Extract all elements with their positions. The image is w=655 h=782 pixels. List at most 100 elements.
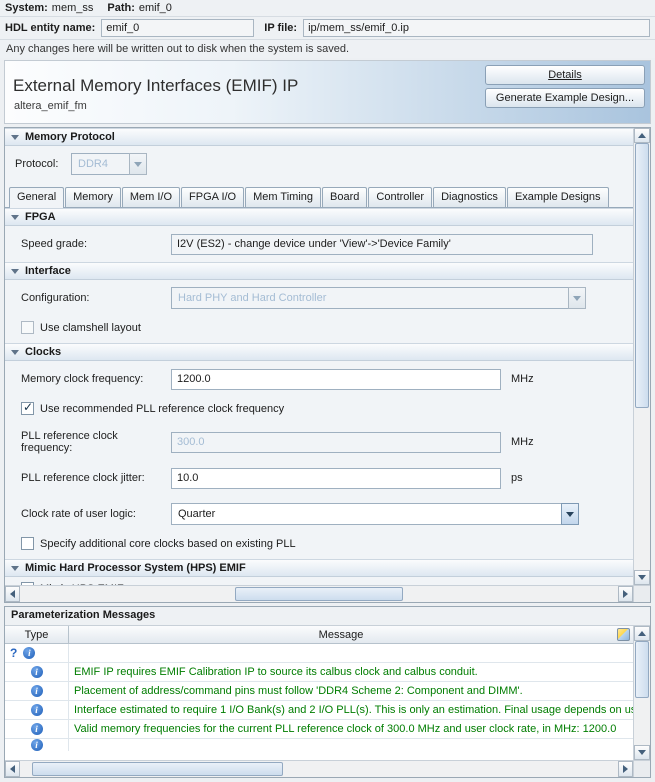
table-row[interactable]: Interface estimated to require 1 I/O Ban…: [5, 701, 633, 720]
scroll-track[interactable]: [634, 143, 650, 570]
parameterization-messages-panel: Parameterization Messages Type Message: [4, 606, 651, 778]
generate-button-label: Generate Example Design...: [496, 92, 634, 104]
scroll-left-icon[interactable]: [5, 761, 20, 777]
core-clocks-row: Specify additional core clocks based on …: [21, 535, 633, 552]
scroll-track[interactable]: [20, 586, 618, 602]
configuration-dropdown: Hard PHY and Hard Controller: [171, 287, 586, 309]
pll-jitter-field[interactable]: [171, 468, 501, 489]
clamshell-row: Use clamshell layout: [21, 319, 633, 336]
info-icon: [31, 666, 43, 678]
collapse-icon: [11, 350, 19, 355]
messages-body: Type Message EMIF IP requires EMIF Cali: [5, 626, 650, 777]
messages-vertical-scrollbar[interactable]: [633, 626, 650, 760]
scroll-up-icon[interactable]: [634, 128, 650, 143]
additional-core-clocks-checkbox[interactable]: [21, 537, 34, 550]
table-row[interactable]: Placement of address/command pins must f…: [5, 682, 633, 701]
speed-grade-row: Speed grade:: [21, 233, 633, 255]
section-fpga[interactable]: FPGA: [5, 208, 633, 226]
parameter-content: Memory Protocol Protocol: DDR4 General M…: [5, 128, 633, 585]
column-header-message[interactable]: Message: [69, 626, 613, 643]
pll-ref-label: PLL reference clock frequency:: [21, 430, 171, 454]
pll-jitter-unit: ps: [511, 472, 523, 484]
scroll-thumb[interactable]: [32, 762, 283, 776]
scroll-thumb[interactable]: [635, 641, 649, 698]
tab-diagnostics[interactable]: Diagnostics: [433, 187, 506, 207]
message-text: Placement of address/command pins must f…: [69, 685, 633, 697]
scrollbar-corner: [633, 760, 650, 777]
message-text: EMIF IP requires EMIF Calibration IP to …: [69, 666, 633, 678]
scroll-down-icon[interactable]: [634, 745, 650, 760]
scrollbar-corner: [633, 585, 650, 602]
tab-mem-io[interactable]: Mem I/O: [122, 187, 180, 207]
protocol-value: DDR4: [71, 153, 130, 175]
scroll-down-icon[interactable]: [634, 570, 650, 585]
details-button[interactable]: Details: [485, 65, 645, 85]
scroll-up-icon[interactable]: [634, 626, 650, 641]
parameter-tabs: General Memory Mem I/O FPGA I/O Mem Timi…: [5, 187, 633, 208]
path-value: emif_0: [139, 2, 172, 14]
messages-horizontal-scrollbar[interactable]: [5, 760, 633, 777]
tab-board[interactable]: Board: [322, 187, 367, 207]
scroll-right-icon[interactable]: [618, 586, 633, 602]
section-hps-emif[interactable]: Mimic Hard Processor System (HPS) EMIF: [5, 559, 633, 577]
filter-icon: [617, 628, 630, 641]
parameter-panel: Memory Protocol Protocol: DDR4 General M…: [4, 127, 651, 603]
table-row[interactable]: EMIF IP requires EMIF Calibration IP to …: [5, 663, 633, 682]
speed-grade-label: Speed grade:: [21, 238, 171, 250]
ip-file-label: IP file:: [264, 22, 297, 34]
user-clock-rate-dropdown[interactable]: Quarter: [171, 503, 579, 525]
hdl-entity-field[interactable]: [101, 19, 254, 37]
section-title: Memory Protocol: [25, 131, 115, 143]
user-clock-rate-row: Clock rate of user logic: Quarter: [21, 503, 633, 525]
configuration-row: Configuration: Hard PHY and Hard Control…: [21, 287, 633, 309]
memory-clock-field[interactable]: [171, 369, 501, 390]
ip-banner: External Memory Interfaces (EMIF) IP alt…: [4, 60, 651, 124]
scroll-track[interactable]: [634, 641, 650, 745]
use-recommended-pll-checkbox[interactable]: [21, 402, 34, 415]
table-row[interactable]: Valid memory frequencies for the current…: [5, 720, 633, 739]
section-memory-protocol[interactable]: Memory Protocol: [5, 128, 633, 146]
generate-example-design-button[interactable]: Generate Example Design...: [485, 88, 645, 108]
section-interface[interactable]: Interface: [5, 262, 633, 280]
protocol-dropdown: DDR4: [71, 153, 147, 175]
scroll-right-icon[interactable]: [618, 761, 633, 777]
messages-header-row: Type Message: [5, 626, 633, 644]
section-clocks[interactable]: Clocks: [5, 343, 633, 361]
message-text: Valid memory frequencies for the current…: [69, 723, 633, 735]
column-header-type[interactable]: Type: [5, 626, 69, 643]
tab-general[interactable]: General: [9, 187, 64, 208]
configuration-value: Hard PHY and Hard Controller: [171, 287, 569, 309]
scroll-left-icon[interactable]: [5, 586, 20, 602]
message-filter-button[interactable]: [613, 626, 633, 643]
help-filter-icon[interactable]: [10, 647, 17, 659]
use-clamshell-checkbox: [21, 321, 34, 334]
info-filter-icon[interactable]: [23, 647, 35, 659]
collapse-icon: [11, 566, 19, 571]
tab-example-designs[interactable]: Example Designs: [507, 187, 609, 207]
ip-file-field[interactable]: [303, 19, 650, 37]
entity-ip-row: HDL entity name: IP file:: [0, 17, 655, 40]
scroll-thumb[interactable]: [635, 143, 649, 408]
main-horizontal-scrollbar[interactable]: [5, 585, 633, 602]
tab-mem-timing[interactable]: Mem Timing: [245, 187, 321, 207]
memory-clock-label: Memory clock frequency:: [21, 373, 171, 385]
pll-jitter-row: PLL reference clock jitter: ps: [21, 467, 633, 489]
message-text: Interface estimated to require 1 I/O Ban…: [69, 704, 633, 716]
main-vertical-scrollbar[interactable]: [633, 128, 650, 585]
tab-memory[interactable]: Memory: [65, 187, 121, 207]
table-row-partial[interactable]: [5, 739, 633, 751]
tab-controller[interactable]: Controller: [368, 187, 432, 207]
tab-fpga-io[interactable]: FPGA I/O: [181, 187, 244, 207]
path-label: Path:: [107, 2, 135, 14]
memory-clock-unit: MHz: [511, 373, 534, 385]
tab-pane-general: FPGA Speed grade: Interface Configuratio…: [5, 208, 633, 585]
pll-ref-field: [171, 432, 501, 453]
chevron-down-icon: [561, 503, 579, 525]
protocol-row: Protocol: DDR4: [5, 146, 633, 182]
save-note: Any changes here will be written out to …: [0, 40, 655, 58]
scroll-track[interactable]: [20, 761, 618, 777]
protocol-label: Protocol:: [15, 158, 71, 170]
additional-core-clocks-label: Specify additional core clocks based on …: [40, 538, 296, 550]
message-filter-row[interactable]: [5, 644, 633, 663]
scroll-thumb[interactable]: [235, 587, 402, 601]
